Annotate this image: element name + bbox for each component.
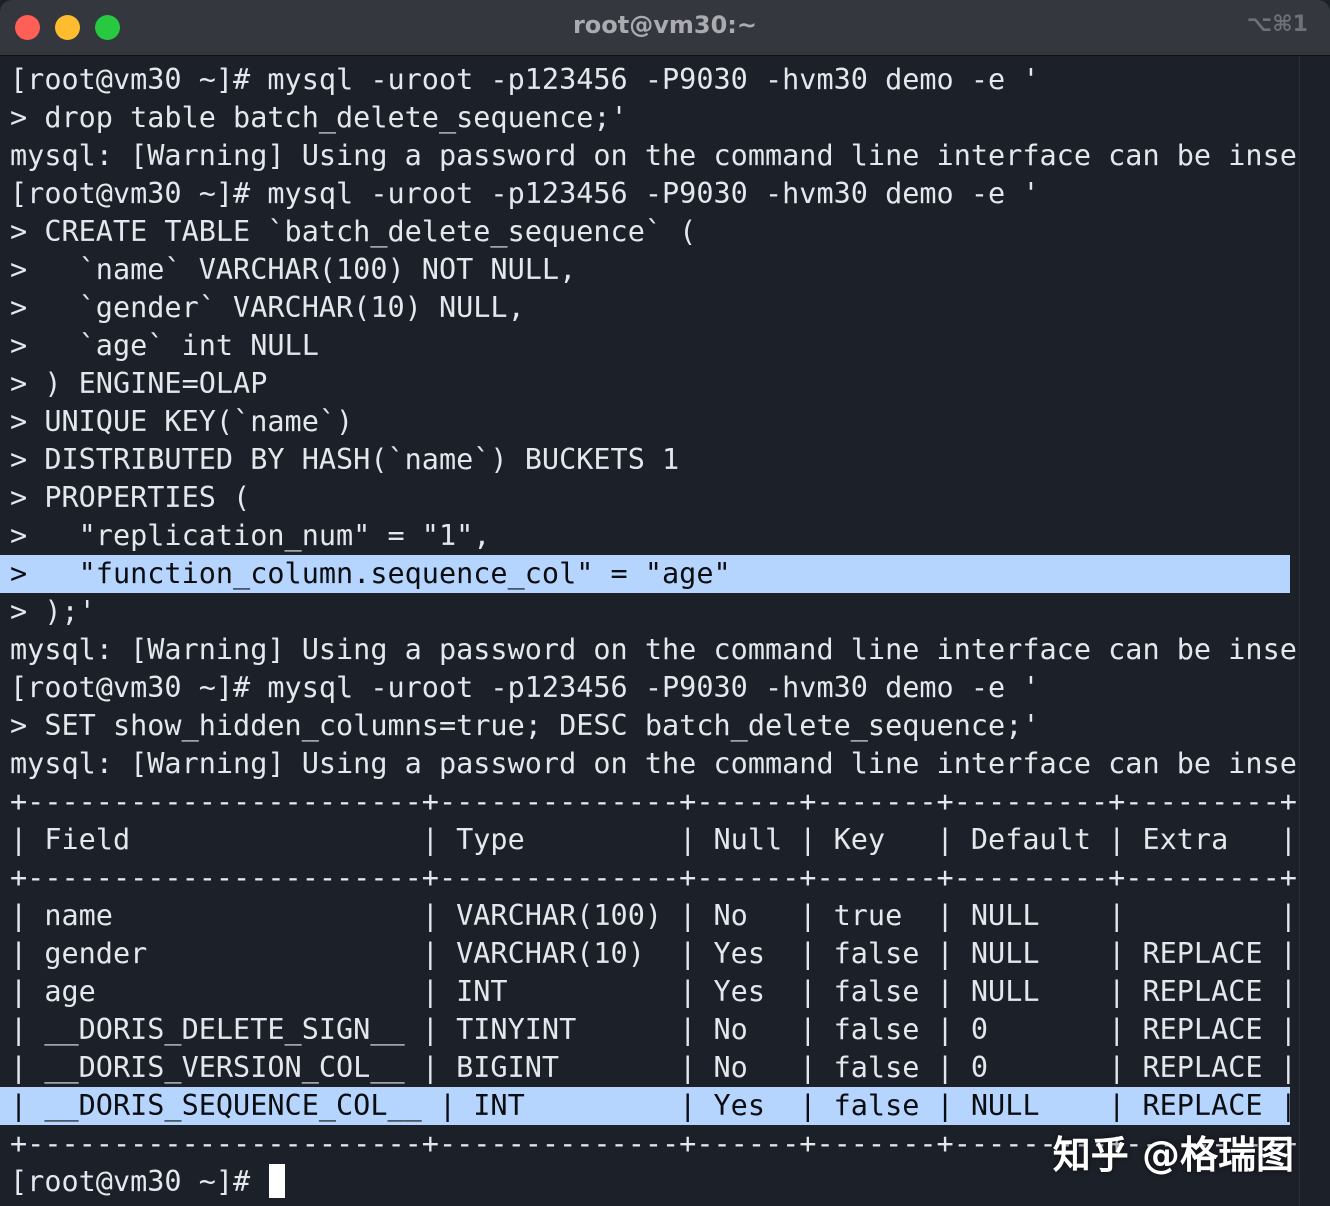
table-row: | gender | VARCHAR(10) | Yes | false | N… bbox=[10, 937, 1297, 970]
terminal-line: [root@vm30 ~]# mysql -uroot -p123456 -P9… bbox=[10, 63, 1040, 96]
table-header-row: | Field | Type | Null | Key | Default | … bbox=[10, 823, 1297, 856]
terminal-output[interactable]: [root@vm30 ~]# mysql -uroot -p123456 -P9… bbox=[0, 61, 1330, 1201]
terminal-line: > `name` VARCHAR(100) NOT NULL, bbox=[10, 253, 577, 286]
table-row: | __DORIS_DELETE_SIGN__ | TINYINT | No |… bbox=[10, 1013, 1297, 1046]
terminal-line: > UNIQUE KEY(`name`) bbox=[10, 405, 354, 438]
title-bar[interactable]: root@vm30:~ ⌥⌘1 bbox=[0, 0, 1330, 56]
terminal-line: > PROPERTIES ( bbox=[10, 481, 251, 514]
terminal-line: mysql: [Warning] Using a password on the… bbox=[10, 747, 1330, 780]
terminal-line: > CREATE TABLE `batch_delete_sequence` ( bbox=[10, 215, 697, 248]
terminal-line-selected: > "function_column.sequence_col" = "age" bbox=[0, 555, 1290, 593]
terminal-line: > "replication_num" = "1", bbox=[10, 519, 491, 552]
tab-shortcut-label: ⌥⌘1 bbox=[1246, 12, 1308, 37]
terminal-line: > DISTRIBUTED BY HASH(`name`) BUCKETS 1 bbox=[10, 443, 680, 476]
table-row: | name | VARCHAR(100) | No | true | NULL… bbox=[10, 899, 1297, 932]
shell-prompt: [root@vm30 ~]# bbox=[10, 1165, 268, 1198]
terminal-line: > SET show_hidden_columns=true; DESC bat… bbox=[10, 709, 1040, 742]
table-row: | __DORIS_VERSION_COL__ | BIGINT | No | … bbox=[10, 1051, 1297, 1084]
terminal-line: > drop table batch_delete_sequence;' bbox=[10, 101, 628, 134]
terminal-line: mysql: [Warning] Using a password on the… bbox=[10, 139, 1330, 172]
terminal-line: mysql: [Warning] Using a password on the… bbox=[10, 633, 1330, 666]
table-border: +-----------------------+--------------+… bbox=[10, 861, 1297, 894]
text-cursor bbox=[269, 1164, 286, 1198]
terminal-line: > );' bbox=[10, 595, 96, 628]
terminal-line: > ) ENGINE=OLAP bbox=[10, 367, 268, 400]
terminal-line: [root@vm30 ~]# mysql -uroot -p123456 -P9… bbox=[10, 177, 1040, 210]
scrollbar-track[interactable] bbox=[1299, 56, 1330, 1206]
table-row: | age | INT | Yes | false | NULL | REPLA… bbox=[10, 975, 1297, 1008]
window-title: root@vm30:~ bbox=[572, 11, 758, 39]
table-row-selected: | __DORIS_SEQUENCE_COL__ | INT | Yes | f… bbox=[0, 1087, 1297, 1125]
terminal-line: [root@vm30 ~]# mysql -uroot -p123456 -P9… bbox=[10, 671, 1040, 704]
watermark: 知乎 @格瑞图 bbox=[1052, 1133, 1294, 1177]
terminal-line: > `gender` VARCHAR(10) NULL, bbox=[10, 291, 525, 324]
table-border: +-----------------------+--------------+… bbox=[10, 785, 1297, 818]
terminal-line: > `age` int NULL bbox=[10, 329, 319, 362]
terminal-window: root@vm30:~ ⌥⌘1 [root@vm30 ~]# mysql -ur… bbox=[0, 0, 1330, 1206]
